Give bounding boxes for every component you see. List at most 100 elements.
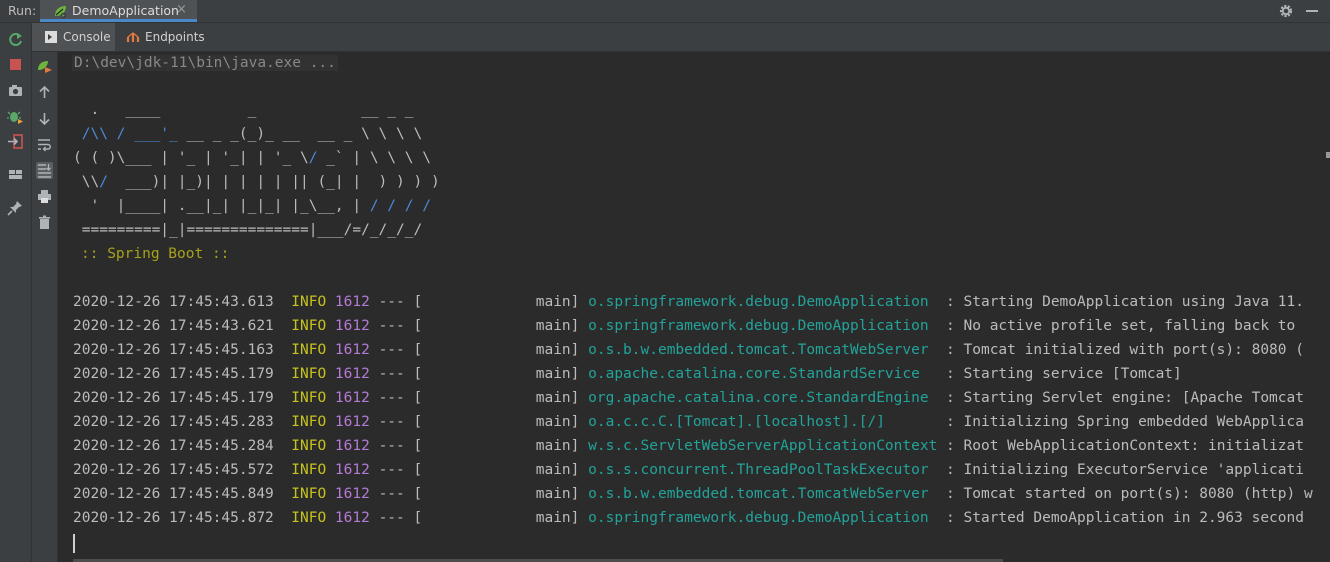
log-timestamp: 2020-12-26 17:45:45.572: [73, 462, 274, 478]
tab-console-label: Console: [63, 30, 111, 44]
soft-wrap-icon[interactable]: [36, 136, 53, 153]
stop-icon[interactable]: [7, 56, 24, 73]
log-separator: --- [: [378, 462, 423, 478]
spring-leaf-icon: [55, 6, 67, 19]
log-message: Tomcat started on port(s): 8080 (http) w: [963, 486, 1313, 502]
log-line[interactable]: 2020-12-26 17:45:45.179 INFO 1612 --- [ …: [73, 366, 1182, 382]
log-level: INFO: [291, 294, 327, 310]
log-line[interactable]: 2020-12-26 17:45:43.613 INFO 1612 --- [ …: [73, 294, 1304, 310]
trash-icon[interactable]: [36, 214, 53, 231]
log-level: INFO: [291, 342, 327, 358]
log-logger: o.s.b.w.embedded.tomcat.TomcatWebServer: [588, 486, 929, 502]
log-separator: --- [: [378, 438, 423, 454]
log-pid: 1612: [334, 318, 370, 334]
log-thread: main]: [535, 510, 580, 526]
log-line[interactable]: 2020-12-26 17:45:45.872 INFO 1612 --- [ …: [73, 510, 1304, 526]
log-pid: 1612: [334, 414, 370, 430]
log-separator: --- [: [378, 486, 423, 502]
log-thread: main]: [535, 318, 580, 334]
log-thread: main]: [535, 438, 580, 454]
spring-leaf-icon[interactable]: [36, 58, 53, 75]
log-message: Tomcat initialized with port(s): 8080 (: [963, 342, 1304, 358]
log-thread: main]: [535, 390, 580, 406]
log-message: Starting service [Tomcat]: [963, 366, 1182, 382]
arrow-up-icon[interactable]: [36, 84, 53, 101]
tab-endpoints[interactable]: Endpoints: [120, 23, 205, 51]
log-timestamp: 2020-12-26 17:45:43.621: [73, 318, 274, 334]
scroll-to-end-icon[interactable]: [36, 162, 53, 179]
log-message: Started DemoApplication in 2.963 second: [963, 510, 1304, 526]
log-logger: org.apache.catalina.core.StandardEngine: [588, 390, 929, 406]
log-timestamp: 2020-12-26 17:45:43.613: [73, 294, 274, 310]
log-line[interactable]: 2020-12-26 17:45:43.621 INFO 1612 --- [ …: [73, 318, 1295, 334]
log-message: Root WebApplicationContext: initializat: [963, 438, 1304, 454]
log-pid: 1612: [334, 486, 370, 502]
log-timestamp: 2020-12-26 17:45:45.849: [73, 486, 274, 502]
print-icon[interactable]: [36, 188, 53, 205]
arrow-down-icon[interactable]: [36, 110, 53, 127]
log-line[interactable]: 2020-12-26 17:45:45.163 INFO 1612 --- [ …: [73, 342, 1304, 358]
console-tabs: Console Endpoints: [32, 23, 1330, 52]
console-output[interactable]: D:\dev\jdk-11\bin\java.exe ... . ____ _ …: [58, 52, 1330, 562]
log-thread: main]: [535, 486, 580, 502]
log-logger: o.springframework.debug.DemoApplication: [588, 294, 929, 310]
tab-console[interactable]: Console: [32, 23, 115, 51]
debug-icon[interactable]: [7, 108, 24, 125]
log-separator: --- [: [378, 390, 423, 406]
log-separator: --- [: [378, 414, 423, 430]
log-logger: o.springframework.debug.DemoApplication: [588, 510, 929, 526]
log-separator: --- [: [378, 318, 423, 334]
log-line[interactable]: 2020-12-26 17:45:45.284 INFO 1612 --- [ …: [73, 438, 1304, 454]
log-thread: main]: [535, 462, 580, 478]
log-level: INFO: [291, 462, 327, 478]
exit-icon[interactable]: [7, 133, 24, 150]
log-thread: main]: [535, 414, 580, 430]
run-label: Run:: [8, 3, 37, 18]
minimize-icon[interactable]: [1306, 10, 1318, 12]
log-level: INFO: [291, 486, 327, 502]
log-message: No active profile set, falling back to: [963, 318, 1296, 334]
rerun-icon[interactable]: [7, 31, 24, 48]
log-timestamp: 2020-12-26 17:45:45.179: [73, 390, 274, 406]
log-thread: main]: [535, 366, 580, 382]
log-pid: 1612: [334, 366, 370, 382]
pin-icon[interactable]: [7, 199, 24, 216]
vertical-scrollbar-marker[interactable]: [1326, 152, 1330, 158]
log-line[interactable]: 2020-12-26 17:45:45.179 INFO 1612 --- [ …: [73, 390, 1304, 406]
log-separator: --- [: [378, 366, 423, 382]
log-pid: 1612: [334, 342, 370, 358]
log-line[interactable]: 2020-12-26 17:45:45.283 INFO 1612 --- [ …: [73, 414, 1304, 430]
log-pid: 1612: [334, 510, 370, 526]
camera-icon[interactable]: [7, 82, 24, 99]
layout-icon[interactable]: [7, 166, 24, 183]
log-logger: o.apache.catalina.core.StandardService: [588, 366, 920, 382]
log-timestamp: 2020-12-26 17:45:45.179: [73, 366, 274, 382]
console-actions-strip: [32, 52, 58, 562]
log-message: Starting DemoApplication using Java 11.: [963, 294, 1304, 310]
log-logger: o.a.c.c.C.[Tomcat].[localhost].[/]: [588, 414, 885, 430]
log-line[interactable]: 2020-12-26 17:45:45.849 INFO 1612 --- [ …: [73, 486, 1313, 502]
log-logger: w.s.c.ServletWebServerApplicationContext: [588, 438, 938, 454]
gear-icon[interactable]: [1278, 3, 1294, 19]
log-pid: 1612: [334, 294, 370, 310]
log-logger: o.s.s.concurrent.ThreadPoolTaskExecutor: [588, 462, 929, 478]
console-icon: [45, 31, 57, 43]
log-line[interactable]: 2020-12-26 17:45:45.572 INFO 1612 --- [ …: [73, 462, 1304, 478]
run-tab-label: DemoApplication: [72, 3, 179, 18]
log-separator: --- [: [378, 342, 423, 358]
run-tab-demoapplication[interactable]: DemoApplication ×: [40, 0, 197, 22]
log-logger: o.s.b.w.embedded.tomcat.TomcatWebServer: [588, 342, 929, 358]
java-command[interactable]: D:\dev\jdk-11\bin\java.exe ...: [72, 55, 338, 71]
log-timestamp: 2020-12-26 17:45:45.284: [73, 438, 274, 454]
run-actions-strip: [0, 23, 32, 562]
close-icon[interactable]: ×: [176, 2, 187, 17]
log-thread: main]: [535, 294, 580, 310]
log-logger: o.springframework.debug.DemoApplication: [588, 318, 929, 334]
log-thread: main]: [535, 342, 580, 358]
log-separator: --- [: [378, 510, 423, 526]
log-level: INFO: [291, 390, 327, 406]
log-message: Initializing Spring embedded WebApplica: [963, 414, 1304, 430]
log-message: Initializing ExecutorService 'applicati: [963, 462, 1304, 478]
tab-endpoints-label: Endpoints: [145, 30, 205, 44]
log-separator: --- [: [378, 294, 423, 310]
